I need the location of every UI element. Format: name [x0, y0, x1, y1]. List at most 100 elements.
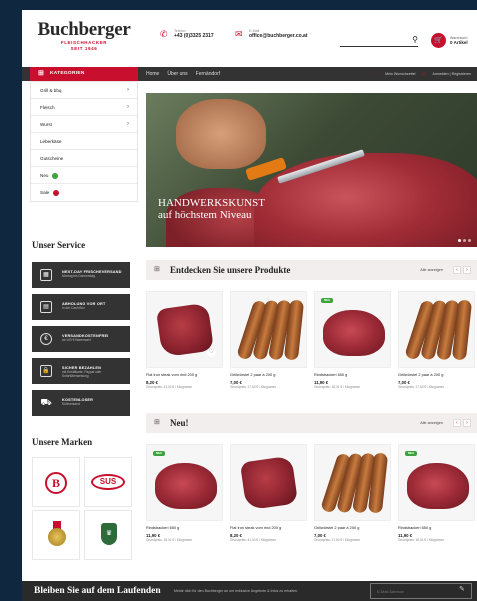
chevron-right-icon: › — [127, 121, 129, 127]
box-icon: ▤ — [40, 301, 52, 313]
search-icon[interactable]: ⚲ — [412, 35, 418, 44]
wishlist-heart-icon[interactable]: ♡ — [207, 348, 216, 357]
new-section-title: Neu! — [170, 418, 189, 428]
product-unit-price: Grundpreis: 17,50 € / Kilogramm — [314, 538, 361, 542]
cart-summary[interactable]: Warenkorb 0 Artikel — [450, 36, 468, 45]
product-card[interactable]: NEU Rindsbackerl 650 g 11,90 € Grundprei… — [398, 444, 475, 542]
product-name[interactable]: Rindsbackerl 650 g — [146, 525, 223, 530]
brand-crest[interactable]: ♛ — [84, 510, 132, 560]
truck-icon: ⛟ — [40, 397, 52, 407]
product-name[interactable]: Rindsbackerl 650 g — [314, 372, 391, 377]
grid-icon: ⊞ — [154, 266, 160, 273]
categories-label: KATEGORIEN — [50, 71, 85, 76]
newsletter-description: Melde dich für den Buchberger an um exkl… — [174, 589, 299, 593]
logo-name: Buchberger — [37, 19, 131, 40]
cart-count: 0 Artikel — [450, 40, 468, 45]
product-unit-price: Grundpreis: 41,00 € / Kilogramm — [146, 385, 193, 389]
wishlist-link[interactable]: Mein Wunschzettel — [385, 67, 415, 81]
grid-icon: ⊞ — [38, 70, 45, 77]
search-input[interactable]: ⚲ — [340, 35, 418, 47]
category-item-wurst[interactable]: Wurst › — [31, 116, 137, 133]
product-card[interactable]: ♡ Flat iron steak vom rind 200 g 8,20 € … — [146, 291, 223, 389]
category-item-sale[interactable]: Sale — [31, 184, 137, 201]
new-badge: NEU — [405, 451, 417, 456]
product-name[interactable]: Flat iron steak vom rind 200 g — [146, 372, 223, 377]
featured-show-all-link[interactable]: Alle anzeigen — [420, 260, 443, 280]
product-image[interactable] — [230, 291, 307, 368]
product-card[interactable]: Flat iron steak vom rind 200 g 8,20 € Gr… — [230, 444, 307, 542]
product-unit-price: Grundpreis: 18,31 € / Kilogramm — [398, 538, 445, 542]
nav-link-location[interactable]: Fernändorf — [196, 67, 220, 81]
hero-text: HANDWERKSKUNST auf höchstem Niveau — [158, 197, 265, 221]
product-card[interactable]: Grillwürstel 2 paar à 200 g 7,00 € Grund… — [398, 291, 475, 389]
chevron-right-icon: › — [127, 87, 129, 93]
service-item-sub: ab 100 € Warenwert — [62, 338, 91, 342]
service-item-sub: Kühlversand — [62, 402, 80, 406]
product-image[interactable]: ♡ — [146, 291, 223, 368]
product-card[interactable]: NEU Rindsbackerl 650 g 11,90 € Grundprei… — [146, 444, 223, 542]
category-item-leberkaese[interactable]: Leberkäse — [31, 133, 137, 150]
product-name[interactable]: Grillwürstel 2 paar à 200 g — [314, 525, 391, 530]
logo[interactable]: Buchberger FLEISCHHACKER SEIT 1946 — [36, 20, 132, 52]
lock-icon: 🔒 — [40, 365, 52, 377]
category-label: Sale — [40, 190, 50, 195]
product-name[interactable]: Flat iron steak vom rind 200 g — [230, 525, 307, 530]
chevron-right-icon: › — [127, 104, 129, 110]
arrow-left-icon[interactable]: ‹ — [453, 266, 461, 274]
euro-icon: € — [40, 333, 52, 345]
nav-account: ♡ Mein Wunschzettel ☺ Anmelden | Registr… — [375, 67, 471, 81]
new-show-all-link[interactable]: Alle anzeigen — [420, 413, 443, 433]
category-label: Neu — [40, 173, 49, 178]
phone-contact[interactable]: ✆ Telefon +43 (0)3325 2317 — [160, 29, 214, 39]
product-name[interactable]: Grillwürstel 2 paar à 200 g — [230, 372, 307, 377]
brand-sus[interactable]: SUS — [84, 457, 132, 507]
brand-buchberger[interactable]: B — [32, 457, 80, 507]
category-item-fleisch[interactable]: Fleisch › — [31, 99, 137, 116]
newsletter-email-input[interactable] — [370, 583, 472, 599]
categories-button[interactable]: ⊞ KATEGORIEN — [30, 67, 138, 81]
service-item-shipping: ▦ NEXT-DAY FRISCHEVERSAND Montag bis Don… — [32, 262, 130, 288]
product-card[interactable]: Grillwürstel 2 paar à 200 g 7,00 € Grund… — [230, 291, 307, 389]
page: Buchberger FLEISCHHACKER SEIT 1946 ✆ Tel… — [22, 10, 477, 601]
category-label: Leberkäse — [40, 139, 62, 144]
featured-section-header: ⊞ Entdecken Sie unsere Produkte Alle anz… — [146, 260, 477, 280]
product-image[interactable]: NEU — [146, 444, 223, 521]
slide-dot[interactable] — [468, 239, 471, 242]
product-unit-price: Grundpreis: 41,00 € / Kilogramm — [230, 538, 277, 542]
category-item-gutscheine[interactable]: Gutscheine — [31, 150, 137, 167]
sale-dot-icon — [53, 189, 60, 196]
newsletter-title: Bleiben Sie auf dem Laufenden — [34, 586, 161, 596]
product-name[interactable]: Grillwürstel 2 paar à 200 g — [398, 372, 475, 377]
product-name[interactable]: Rindsbackerl 650 g — [398, 525, 475, 530]
arrow-left-icon[interactable]: ‹ — [453, 419, 461, 427]
slide-dot[interactable] — [458, 239, 461, 242]
category-item-grill[interactable]: Grill & bbq › — [31, 82, 137, 99]
email-contact[interactable]: ✉ E-Mail office@buchberger.co.at — [235, 29, 308, 39]
arrow-right-icon[interactable]: › — [463, 419, 471, 427]
slide-dot[interactable] — [463, 239, 466, 242]
category-item-neu[interactable]: Neu — [31, 167, 137, 184]
product-image[interactable]: NEU — [314, 291, 391, 368]
user-icon: ☺ — [421, 71, 427, 77]
category-label: Gutscheine — [40, 156, 64, 161]
brand-medal[interactable] — [32, 510, 80, 560]
service-item-sub: mit Kreditkarte, Paypal oder Sofortüberw… — [62, 370, 102, 378]
account-link[interactable]: Anmelden | Registrieren — [433, 67, 472, 81]
new-dot-icon — [52, 172, 59, 179]
service-item-sub: In der Cash Box — [62, 306, 85, 310]
product-card[interactable]: Grillwürstel 2 paar à 200 g 7,00 € Grund… — [314, 444, 391, 542]
product-image[interactable] — [230, 444, 307, 521]
nav-link-home[interactable]: Home — [146, 67, 159, 81]
cart-icon[interactable]: 🛒 — [431, 33, 446, 48]
header: Buchberger FLEISCHHACKER SEIT 1946 ✆ Tel… — [22, 10, 477, 62]
product-card[interactable]: NEU Rindsbackerl 650 g 11,90 € Grundprei… — [314, 291, 391, 389]
nav-link-about[interactable]: Über uns — [167, 67, 187, 81]
send-icon[interactable]: ✎ — [459, 585, 465, 593]
heart-icon: ♡ — [374, 71, 380, 77]
product-image[interactable] — [398, 291, 475, 368]
hero-banner[interactable]: HANDWERKSKUNST auf höchstem Niveau — [146, 93, 477, 247]
arrow-right-icon[interactable]: › — [463, 266, 471, 274]
product-image[interactable] — [314, 444, 391, 521]
service-title: Unser Service — [32, 240, 86, 250]
product-image[interactable]: NEU — [398, 444, 475, 521]
